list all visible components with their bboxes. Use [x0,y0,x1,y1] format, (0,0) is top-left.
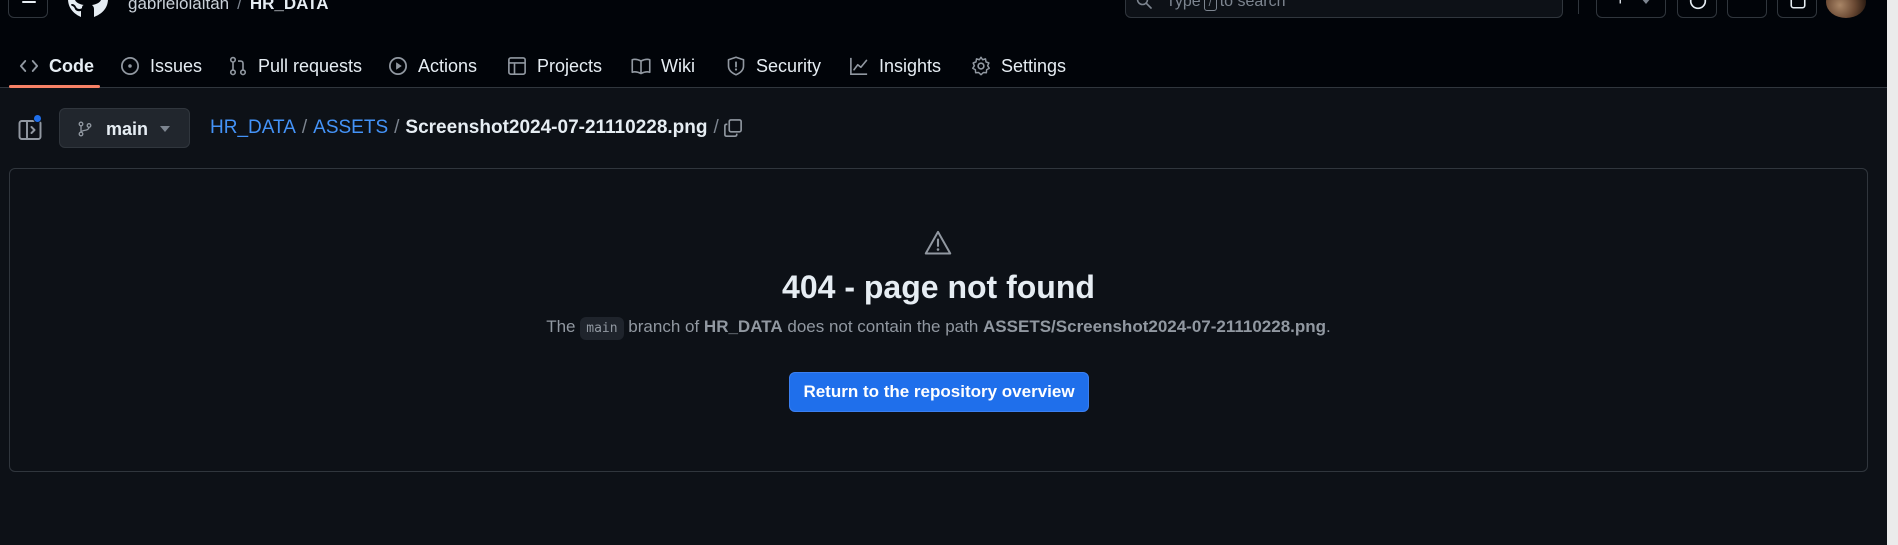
tab-label: Settings [1001,55,1067,76]
github-logo-icon[interactable] [66,0,110,18]
tab-label: Insights [879,55,942,76]
pull-request-icon [229,56,247,76]
search-input[interactable]: Type / to search [1125,0,1563,18]
plus-icon: + [1615,0,1626,10]
error-message: The main branch of HR_DATA does not cont… [10,317,1867,340]
file-breadcrumb-bar: main HR_DATA / ASSETS / Screenshot2024-07-21… [0,108,1880,148]
chevron-down-icon [160,126,170,132]
tab-projects[interactable]: Projects [507,44,602,88]
tab-issues[interactable]: Issues [120,44,202,88]
repo-name-link[interactable]: HR_DATA [250,0,329,13]
missing-path: ASSETS/Screenshot2024-07-21110228.png [983,317,1327,336]
inbox-button[interactable] [1777,0,1817,18]
book-icon [631,58,651,75]
window-scrollbar[interactable] [1887,0,1898,545]
create-new-button[interactable]: + [1596,0,1666,18]
error-panel: 404 - page not found The main branch of … [9,168,1868,472]
tab-security[interactable]: Security [726,44,821,88]
tab-code[interactable]: Code [19,44,94,88]
page-title: 404 - page not found [782,269,1095,305]
search-shortcut-key: / [1203,0,1217,11]
git-branch-icon [78,121,92,137]
tab-insights[interactable]: Insights [849,44,941,88]
user-avatar[interactable] [1826,0,1866,18]
tab-wiki[interactable]: Wiki [631,44,695,88]
toolbar-divider [1578,0,1579,14]
repo-owner-link[interactable]: gabrielolaitan [128,0,229,13]
table-icon [508,57,526,75]
branch-code: main [580,317,624,340]
breadcrumb-repo-link[interactable]: HR_DATA [210,117,296,138]
issue-icon [121,57,139,75]
tab-label: Issues [150,55,203,76]
path-separator: / [237,0,242,13]
pull-request-icon [1739,0,1757,10]
breadcrumb-separator: / [301,117,308,138]
hamburger-icon [22,1,36,3]
tab-label: Projects [537,55,603,76]
breadcrumb-separator: / [713,117,719,138]
top-bar: gabrielolaitan / HR_DATA Type/to search + [0,0,1898,22]
breadcrumb-separator: / [394,117,400,138]
notification-dot [33,114,42,123]
repo-name: HR_DATA [703,317,783,336]
tab-label: Code [49,55,94,76]
code-icon [19,60,39,72]
breadcrumb-folder-link[interactable]: ASSETS [313,117,388,138]
tab-actions[interactable]: Actions [388,44,477,88]
copy-icon[interactable] [723,118,743,138]
search-icon [1136,0,1152,9]
branch-selector-button[interactable]: main [59,108,190,148]
inbox-icon [1790,0,1806,9]
branch-name: main [106,119,149,139]
play-icon [389,57,407,75]
tab-label: Wiki [661,55,695,76]
chevron-down-icon [1641,0,1651,4]
pull-requests-button[interactable] [1727,0,1767,18]
issue-icon [1689,0,1707,10]
gear-icon [972,56,990,76]
app-header: gabrielolaitan / HR_DATA Type/to search + [0,0,1898,88]
search-placeholder: Type / to search [1166,0,1286,11]
breadcrumb-current-file: Screenshot2024-07-21110228.png [405,117,708,138]
menu-button[interactable] [8,0,48,18]
active-tab-indicator [9,85,100,88]
graph-icon [850,57,868,75]
issues-button[interactable] [1677,0,1717,18]
tab-pull-requests[interactable]: Pull requests [228,44,362,88]
tab-label: Pull requests [258,55,363,76]
repo-nav-tabs: Code Issues Pull requests Actions Projec… [0,44,1100,88]
shield-icon [727,56,745,76]
tab-label: Security [756,55,822,76]
breadcrumb: HR_DATA / ASSETS / Screenshot2024-07-2111022… [210,117,725,139]
tab-settings[interactable]: Settings [971,44,1066,88]
alert-icon [924,230,952,255]
repo-path: gabrielolaitan / HR_DATA [128,0,329,14]
return-to-overview-button[interactable]: Return to the repository overview [789,372,1089,412]
tab-label: Actions [418,55,478,76]
